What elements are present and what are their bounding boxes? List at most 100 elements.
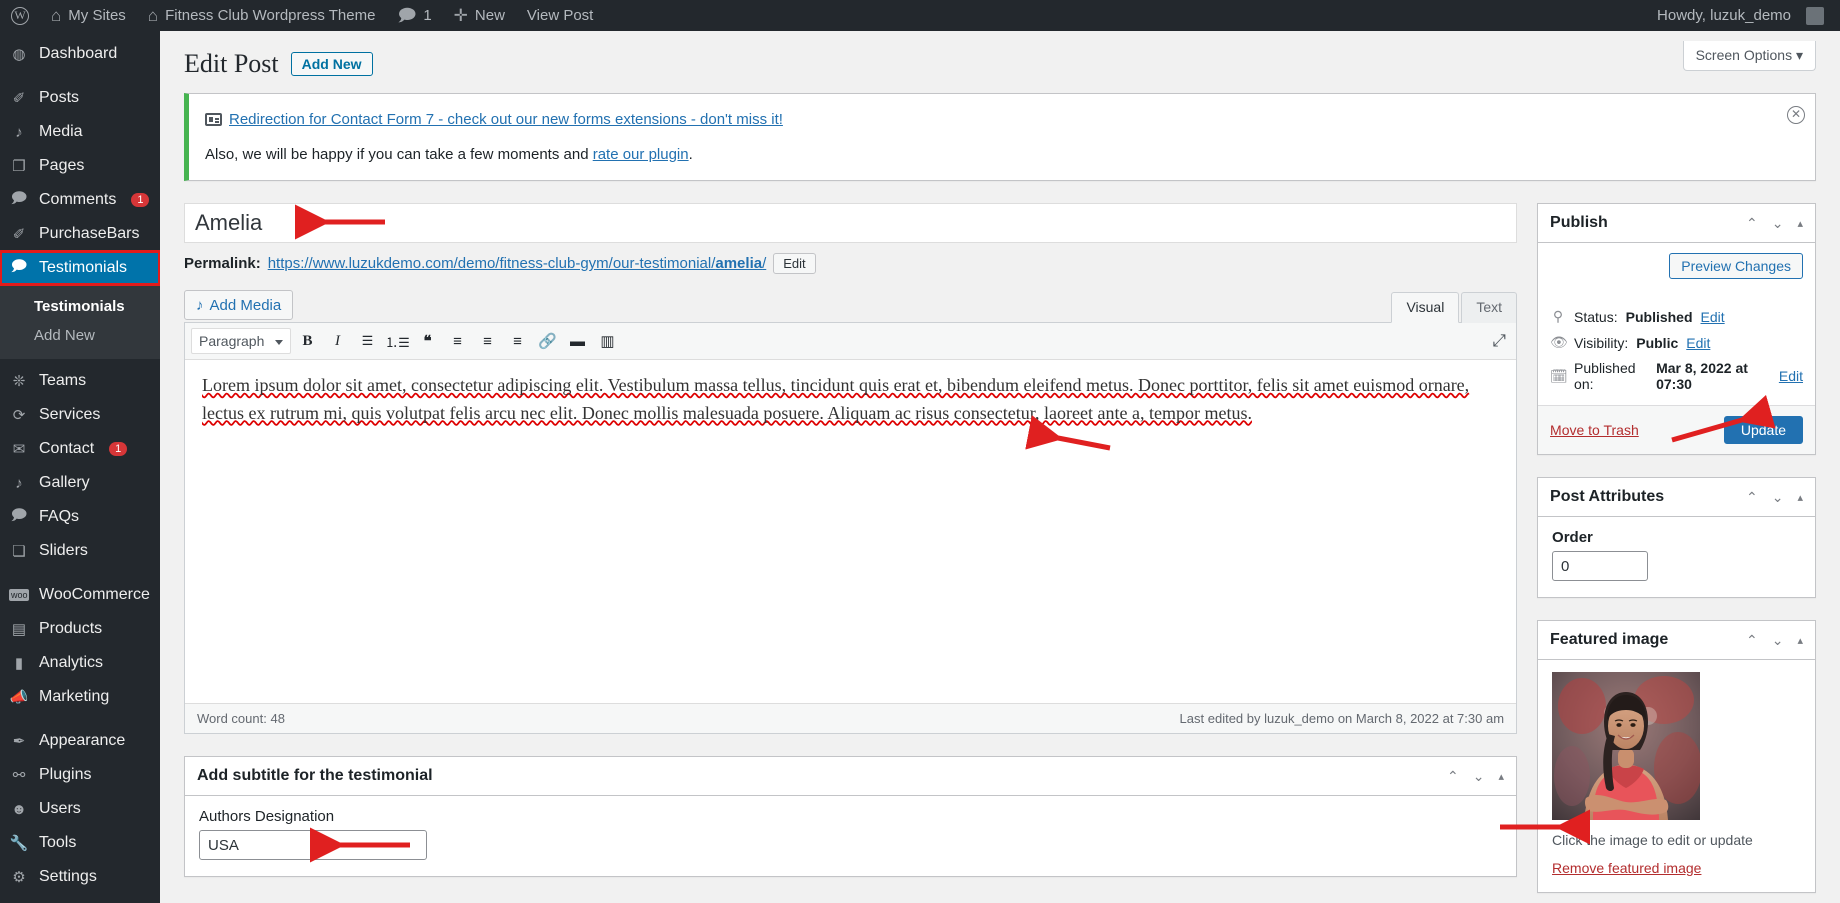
toggle-panel-icon[interactable]: ▴ <box>1499 770 1505 783</box>
publish-misc-actions: ⚲ Status: Published Edit 👁 Visibility: P… <box>1538 289 1815 405</box>
wp-logo-menu[interactable]: W <box>0 0 40 31</box>
move-up-icon[interactable]: ⌃ <box>1746 632 1758 649</box>
notice-primary-link[interactable]: Redirection for Contact Form 7 - check o… <box>229 111 783 128</box>
add-media-button[interactable]: ♪ Add Media <box>184 290 293 320</box>
edit-status-link[interactable]: Edit <box>1701 309 1725 325</box>
bold-icon[interactable]: B <box>294 328 321 354</box>
edit-visibility-link[interactable]: Edit <box>1686 335 1710 351</box>
edit-permalink-button[interactable]: Edit <box>773 253 815 274</box>
move-to-trash-link[interactable]: Move to Trash <box>1550 422 1639 438</box>
sidebar-item-label: Media <box>39 123 83 141</box>
add-new-button[interactable]: Add New <box>291 52 373 76</box>
sidebar-item-teams[interactable]: ❊ Teams <box>0 364 160 398</box>
toggle-panel-icon[interactable]: ▴ <box>1797 634 1803 647</box>
publish-major-actions: Move to Trash Update <box>1538 405 1815 454</box>
publish-postbox-header: Publish ⌃ ⌄ ▴ <box>1538 204 1815 243</box>
comments-bubble[interactable]: 🗩 1 <box>386 0 442 31</box>
sidebar-item-settings[interactable]: ⚙ Settings <box>0 860 160 894</box>
sidebar-item-analytics[interactable]: ▮ Analytics <box>0 646 160 680</box>
toggle-panel-icon[interactable]: ▴ <box>1797 217 1803 230</box>
insert-link-icon[interactable]: 🔗 <box>534 328 561 354</box>
remove-featured-image-link[interactable]: Remove featured image <box>1552 860 1801 876</box>
teams-icon: ❊ <box>9 372 29 390</box>
media-buttons-row: ♪ Add Media Visual Text <box>184 290 1517 322</box>
preview-changes-button[interactable]: Preview Changes <box>1669 253 1803 279</box>
sidebar-item-pages[interactable]: ❐ Pages <box>0 149 160 183</box>
screen-options-toggle[interactable]: Screen Options ▾ <box>1683 41 1816 71</box>
tab-text[interactable]: Text <box>1461 292 1517 323</box>
sidebar-item-marketing[interactable]: 📣 Marketing <box>0 680 160 714</box>
italic-icon[interactable]: I <box>324 328 351 354</box>
sidebar-item-comments[interactable]: 🗩 Comments 1 <box>0 183 160 217</box>
post-title-input[interactable] <box>184 203 1517 243</box>
home-icon: ⌂ <box>148 7 158 24</box>
view-post-link[interactable]: View Post <box>516 0 604 31</box>
read-more-icon[interactable]: ▬ <box>564 328 591 354</box>
align-center-icon[interactable]: ≡ <box>474 328 501 354</box>
sidebar-item-gallery[interactable]: ♪ Gallery <box>0 466 160 500</box>
move-up-icon[interactable]: ⌃ <box>1447 768 1459 785</box>
paragraph-format-select[interactable]: Paragraph <box>191 328 291 354</box>
sidebar-item-users[interactable]: ☻ Users <box>0 792 160 826</box>
align-left-icon[interactable]: ≡ <box>444 328 471 354</box>
notice-line-2: Also, we will be happy if you can take a… <box>205 142 1801 168</box>
submenu-item-add-new[interactable]: Add New <box>0 321 160 350</box>
numbered-list-icon[interactable]: ⒈☰ <box>384 328 411 354</box>
sidebar-item-label: FAQs <box>39 508 79 526</box>
media-icon: ♪ <box>9 124 29 141</box>
move-down-icon[interactable]: ⌄ <box>1473 768 1485 785</box>
pin-icon: ⚲ <box>1550 308 1566 325</box>
my-account-menu[interactable]: Howdy, luzuk_demo <box>1646 0 1840 31</box>
align-right-icon[interactable]: ≡ <box>504 328 531 354</box>
blockquote-icon[interactable]: ❝ <box>414 328 441 354</box>
settings-icon: ⚙ <box>9 868 29 886</box>
page-header: Edit Post Add New <box>184 31 1816 87</box>
featured-image-thumbnail[interactable] <box>1552 672 1700 820</box>
sidebar-item-plugins[interactable]: ⚯ Plugins <box>0 758 160 792</box>
faq-icon: 🗩 <box>9 505 29 530</box>
new-content-menu[interactable]: ✛ New <box>443 0 516 31</box>
sidebar-item-appearance[interactable]: ✒ Appearance <box>0 724 160 758</box>
contact-badge: 1 <box>109 442 127 456</box>
bulleted-list-icon[interactable]: ☰ <box>354 328 381 354</box>
move-up-icon[interactable]: ⌃ <box>1746 489 1758 506</box>
tab-visual[interactable]: Visual <box>1391 292 1459 323</box>
edit-published-link[interactable]: Edit <box>1779 368 1803 384</box>
chevron-down-icon <box>275 340 283 345</box>
move-down-icon[interactable]: ⌄ <box>1772 632 1784 649</box>
subtitle-postbox: Add subtitle for the testimonial ⌃ ⌄ ▴ A… <box>184 756 1517 877</box>
site-name-menu[interactable]: ⌂ Fitness Club Wordpress Theme <box>137 0 387 31</box>
editor-content-area[interactable]: Lorem ipsum dolor sit amet, consectetur … <box>185 360 1516 703</box>
sidebar-item-posts[interactable]: ✐ Posts <box>0 81 160 115</box>
sidebar-item-woocommerce[interactable]: woo WooCommerce <box>0 578 160 612</box>
sidebar-item-media[interactable]: ♪ Media <box>0 115 160 149</box>
sidebar-item-products[interactable]: ▤ Products <box>0 612 160 646</box>
sidebar-item-services[interactable]: ⟳ Services <box>0 398 160 432</box>
toolbar-toggle-icon[interactable]: ▥ <box>594 328 621 354</box>
move-down-icon[interactable]: ⌄ <box>1772 215 1784 232</box>
permalink-link[interactable]: https://www.luzukdemo.com/demo/fitness-c… <box>268 255 767 272</box>
status-label: Status: <box>1574 309 1618 325</box>
avatar <box>1806 7 1824 25</box>
sidebar-item-faqs[interactable]: 🗩 FAQs <box>0 500 160 534</box>
authors-designation-input[interactable] <box>199 830 427 860</box>
sidebar-item-sliders[interactable]: ❏ Sliders <box>0 534 160 568</box>
sidebar-item-contact[interactable]: ✉ Contact 1 <box>0 432 160 466</box>
rate-our-plugin-link[interactable]: rate our plugin <box>593 146 689 163</box>
woocommerce-icon: woo <box>9 589 29 601</box>
sidebar-item-dashboard[interactable]: ◍ Dashboard <box>0 37 160 71</box>
move-down-icon[interactable]: ⌄ <box>1772 489 1784 506</box>
plug-icon: ⚯ <box>9 766 29 784</box>
sidebar-item-purchasebars[interactable]: ✐ PurchaseBars <box>0 217 160 251</box>
my-sites-menu[interactable]: ⌂ My Sites <box>40 0 137 31</box>
move-up-icon[interactable]: ⌃ <box>1746 215 1758 232</box>
toggle-panel-icon[interactable]: ▴ <box>1797 491 1803 504</box>
update-button[interactable]: Update <box>1724 416 1803 444</box>
sidebar-item-testimonials[interactable]: 🗩 Testimonials <box>0 251 160 285</box>
submenu-item-testimonials[interactable]: Testimonials <box>0 292 160 321</box>
fullscreen-icon[interactable]: ⤢ <box>1492 331 1506 351</box>
menu-order-input[interactable] <box>1552 551 1648 581</box>
sidebar-item-tools[interactable]: 🔧 Tools <box>0 826 160 860</box>
permalink-row: Permalink: https://www.luzukdemo.com/dem… <box>184 253 1517 274</box>
close-icon[interactable]: ✕ <box>1787 106 1805 124</box>
